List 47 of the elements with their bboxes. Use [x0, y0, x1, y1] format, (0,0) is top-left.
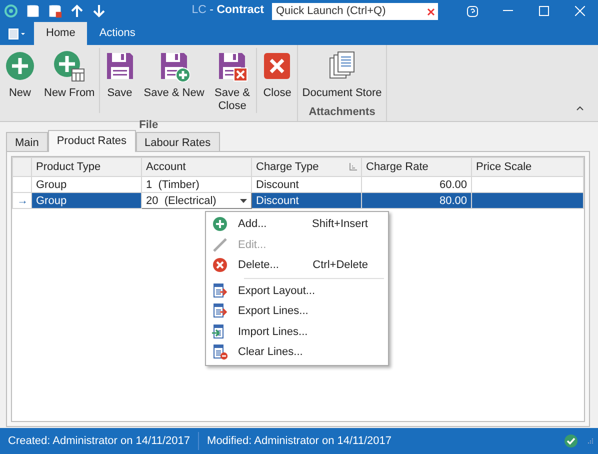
quick-launch-field[interactable]: Quick Launch (Ctrl+Q) — [272, 2, 438, 20]
menu-item[interactable]: Export Lines... — [206, 301, 388, 322]
table-cell: Group — [32, 192, 142, 208]
add-icon — [4, 50, 36, 82]
ribbon-button[interactable]: Save & Close — [208, 48, 256, 113]
ribbon-button[interactable]: New — [0, 48, 40, 113]
column-title: Charge Type — [256, 160, 319, 174]
column-header[interactable]: Account — [142, 158, 252, 176]
status-text: Modified: Administrator on 14/11/2017 — [206, 434, 392, 449]
page-tab[interactable]: Labour Rates — [136, 132, 220, 151]
delete-icon — [212, 257, 228, 274]
page-tab[interactable]: Main — [6, 132, 48, 151]
check-icon — [564, 432, 578, 450]
group-label: Attachments — [308, 105, 376, 120]
caret-icon — [240, 198, 247, 202]
ribbon-button[interactable]: New From — [40, 48, 99, 113]
window-title: LC - Contract — [192, 3, 264, 18]
floppy-add-icon — [158, 50, 190, 82]
row-indicator: → — [12, 192, 32, 208]
ribbon-tab[interactable]: Home — [34, 22, 88, 45]
ribbon-button[interactable]: Save — [100, 48, 140, 113]
export-icon — [212, 303, 228, 320]
column-header[interactable]: Product Type — [32, 158, 142, 176]
clear-icon — [212, 344, 228, 360]
group-label: File — [138, 118, 160, 133]
menu-item[interactable]: Export Layout... — [206, 280, 388, 301]
column-header[interactable]: Price Scale — [472, 158, 584, 176]
ribbon-button[interactable]: Document Store — [298, 48, 386, 100]
ribbon-button[interactable]: Close — [257, 48, 298, 113]
ribbon-button[interactable]: Save & New — [140, 48, 208, 113]
column-header[interactable]: Charge Rate — [362, 158, 472, 176]
account-dropdown[interactable]: 20 (Electrical) — [142, 192, 252, 208]
pencil-icon — [212, 236, 228, 253]
menu-item[interactable]: Add... Shift+Insert — [206, 214, 388, 234]
ribbon-tab[interactable]: Actions — [87, 22, 148, 45]
menu-item[interactable]: Import Lines... — [206, 322, 388, 342]
menu-item[interactable]: Delete... Ctrl+Delete — [206, 255, 388, 276]
export-icon — [212, 282, 228, 299]
add-table-icon — [53, 50, 86, 82]
add-icon — [212, 216, 228, 232]
table-cell: 80.00 — [362, 192, 472, 208]
page-tab[interactable]: Product Rates — [48, 130, 136, 152]
floppy-delete-icon — [216, 50, 248, 82]
table-cell: Discount — [252, 192, 362, 208]
status-text: Created: Administrator on 14/11/2017 — [0, 432, 200, 450]
menu-item[interactable]: Clear Lines... — [206, 342, 388, 362]
column-header[interactable]: Charge Type — [252, 158, 362, 176]
